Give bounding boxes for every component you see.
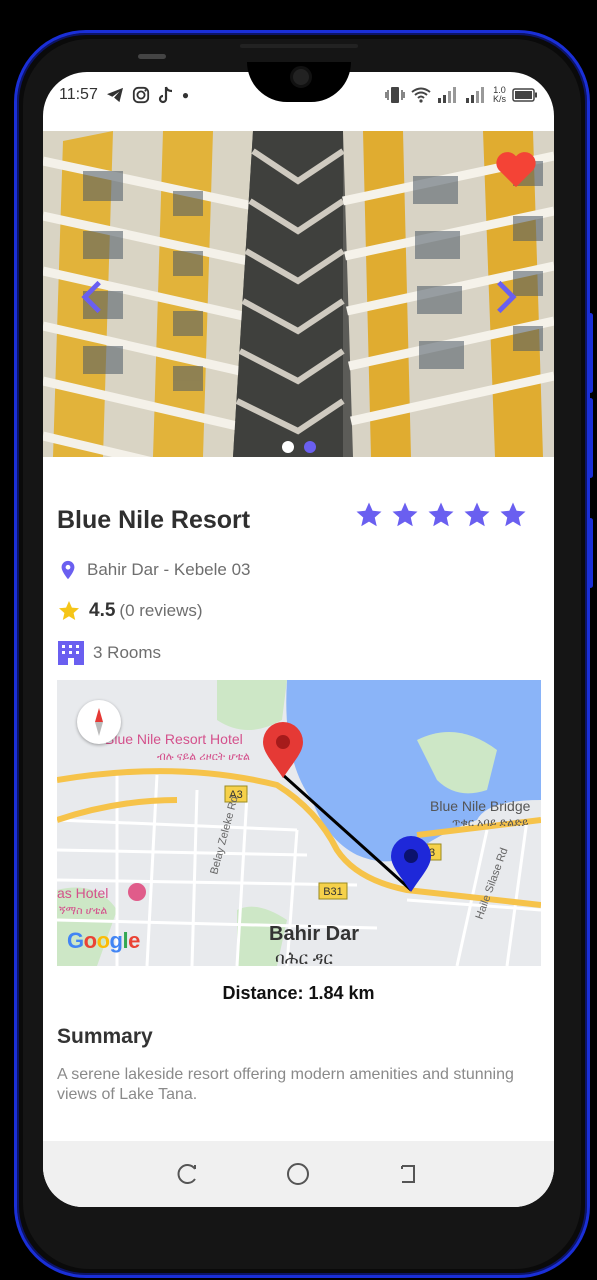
star-icon — [428, 502, 454, 527]
map-label-hotel: Blue Nile Resort Hotel — [105, 731, 243, 747]
location-map[interactable]: A3 B31 3 Blue Nile Resort Hotel ብሉ ናይል ሪ… — [57, 680, 541, 966]
home-icon[interactable] — [285, 1161, 311, 1187]
rooms-row: 3 Rooms — [57, 640, 161, 666]
rating-row: 4.5 (0 reviews) — [57, 599, 203, 623]
map-label-city-amharic: ባሕር ዳር — [275, 949, 333, 966]
map-label-bridge: Blue Nile Bridge — [430, 798, 531, 814]
road-shield-b31: B31 — [323, 886, 343, 898]
earpiece — [240, 44, 358, 48]
star-icon — [464, 502, 490, 527]
hotel-image-carousel[interactable] — [43, 131, 554, 457]
rating-value: 4.5 — [89, 600, 116, 621]
star-icon — [392, 502, 418, 527]
tiktok-icon — [158, 86, 172, 103]
carousel-dot-active[interactable] — [303, 441, 316, 453]
building-icon — [58, 641, 84, 665]
summary-heading: Summary — [57, 1025, 153, 1048]
map-label-city: Bahir Dar — [269, 923, 359, 945]
signal-icon-2 — [465, 86, 484, 103]
notification-dot-icon: ● — [181, 87, 190, 102]
map-label-hotel2: as Hotel — [57, 885, 108, 901]
wifi-icon — [411, 87, 431, 103]
location-row: Bahir Dar - Kebele 03 — [57, 558, 250, 582]
system-nav-bar — [43, 1141, 554, 1207]
previous-image-chevron-icon[interactable] — [77, 279, 107, 315]
app-screen: 11:57 ● 1.0 K/s Blue Nile Resort Bahir D… — [43, 72, 554, 1207]
star-icon — [356, 502, 382, 527]
location-text: Bahir Dar - Kebele 03 — [87, 560, 251, 579]
rooms-text: 3 Rooms — [93, 643, 162, 662]
power-button — [588, 518, 593, 588]
hotel-name: Blue Nile Resort — [57, 506, 251, 534]
map-label-hotel-amharic: ብሉ ናይል ሪዞርት ሆቴል — [157, 751, 250, 763]
star-icon — [59, 601, 79, 620]
sensor — [138, 54, 166, 59]
front-camera — [290, 66, 312, 88]
network-speed: 1.0 K/s — [492, 84, 506, 104]
map-label-bridge-amharic: ጥቁር አባይ ድልድይ — [452, 817, 529, 829]
google-logo: Google — [67, 928, 140, 953]
location-pin-icon — [61, 560, 75, 580]
distance-text: Distance: 1.84 km — [222, 983, 375, 1003]
next-image-chevron-icon[interactable] — [491, 279, 521, 315]
star-rating — [354, 500, 528, 530]
summary-text: A serene lakeside resort offering modern… — [57, 1066, 514, 1103]
telegram-icon — [106, 87, 123, 102]
volume-button — [588, 313, 593, 393]
hotel-photo — [43, 131, 554, 457]
favorite-heart-icon[interactable] — [494, 149, 538, 189]
battery-icon — [512, 87, 537, 102]
compass-icon[interactable] — [77, 700, 121, 744]
carousel-dot[interactable] — [281, 441, 294, 453]
carousel-indicator — [43, 441, 554, 453]
review-count: (0 reviews) — [119, 601, 203, 620]
recent-apps-icon[interactable] — [175, 1161, 201, 1187]
instagram-icon — [132, 86, 149, 103]
volume-button-2 — [588, 398, 593, 478]
vibrate-icon — [385, 86, 405, 103]
signal-icon — [437, 86, 456, 103]
status-time: 11:57 — [59, 85, 98, 103]
back-icon[interactable] — [396, 1161, 422, 1187]
map-label-hotel2-amharic: ኝማስ ሆቴል — [59, 905, 107, 917]
star-icon — [500, 502, 526, 527]
map-canvas: A3 B31 3 Blue Nile Resort Hotel ብሉ ናይል ሪ… — [57, 680, 541, 966]
